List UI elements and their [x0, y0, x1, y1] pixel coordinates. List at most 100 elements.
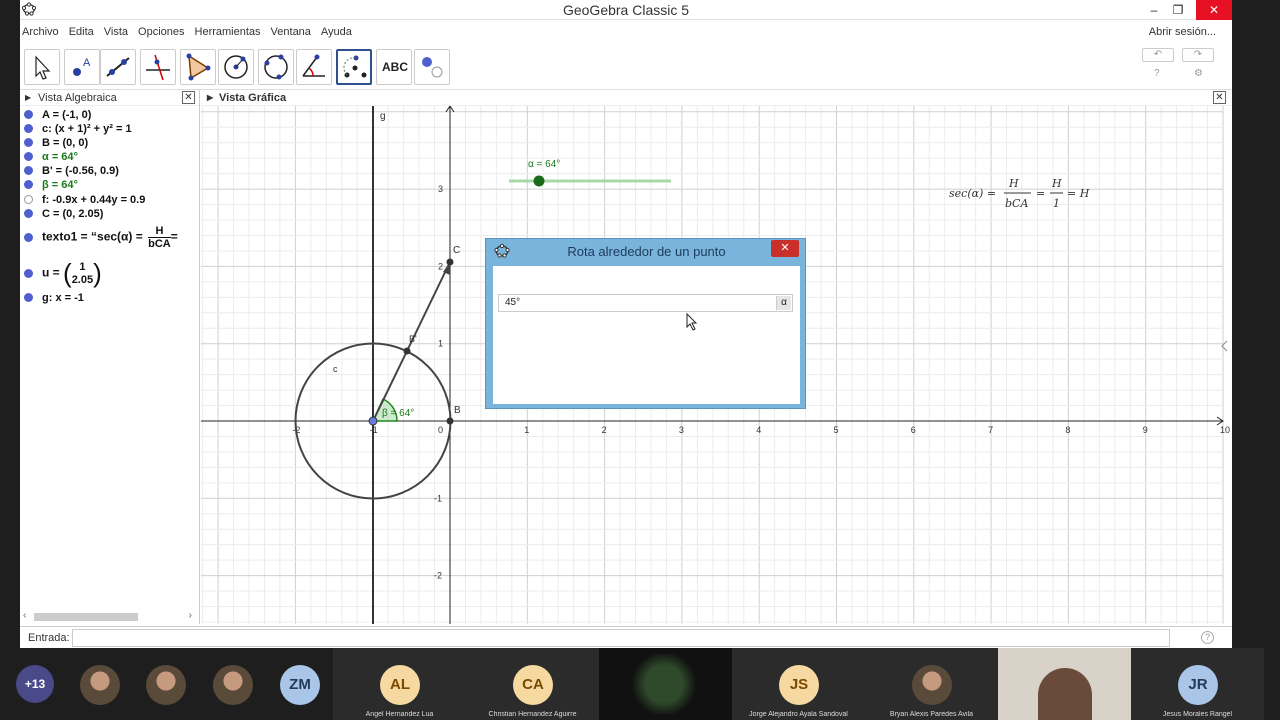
visibility-dot-icon[interactable]	[24, 293, 33, 302]
menu-vista[interactable]: Vista	[104, 22, 128, 42]
participant-video	[629, 654, 699, 714]
move-tool-button[interactable]	[24, 49, 60, 85]
visibility-dot-icon[interactable]	[24, 180, 33, 189]
participant-tile[interactable]: JS Jorge Alejandro Ayala Sandoval	[732, 648, 865, 720]
visibility-dot-icon[interactable]	[24, 166, 33, 175]
participant-name: Angel Hernandez Lua	[365, 711, 434, 718]
close-graphics-view-button[interactable]: ✕	[1213, 91, 1226, 104]
angle-input[interactable]: 45° α	[498, 294, 793, 312]
participant-avatar[interactable]	[146, 665, 186, 705]
algebra-item[interactable]: g: x = -1	[24, 292, 84, 304]
polygon-tool-button[interactable]	[180, 49, 216, 85]
participant-avatar[interactable]	[213, 665, 253, 705]
slider-tool-button[interactable]	[414, 49, 450, 85]
circle-three-points-tool-button[interactable]	[258, 49, 294, 85]
participant-avatar: JR	[1178, 665, 1218, 705]
participant-tile[interactable]: Bryan Alexis Paredes Avila	[865, 648, 998, 720]
close-window-button[interactable]: ✕	[1196, 0, 1232, 20]
x-tick-label: 8	[1065, 425, 1070, 435]
dialog-close-button[interactable]: ✕	[771, 240, 799, 257]
vector-u-prefix: u =	[42, 265, 60, 280]
input-help-icon[interactable]: ?	[1201, 631, 1214, 644]
scroll-right-icon[interactable]: ›	[189, 610, 192, 621]
visibility-dot-icon[interactable]	[24, 268, 33, 278]
participant-avatar: CA	[513, 665, 553, 705]
line-tool-button[interactable]	[100, 49, 136, 85]
participant-avatar[interactable]	[80, 665, 120, 705]
point-c[interactable]	[446, 258, 454, 266]
formula-part: H	[1008, 177, 1019, 190]
participant-avatar: AL	[380, 665, 420, 705]
visibility-dot-icon[interactable]	[24, 138, 33, 147]
visibility-dot-icon[interactable]	[24, 152, 33, 161]
login-link[interactable]: Abrir sesión...	[1149, 22, 1216, 42]
algebra-item-text: f: -0.9x + 0.44y = 0.9	[42, 194, 146, 206]
visibility-dot-icon[interactable]	[24, 209, 33, 218]
algebra-item-text: α = 64°	[42, 151, 78, 163]
menu-archivo[interactable]: Archivo	[22, 22, 59, 42]
menu-opciones[interactable]: Opciones	[138, 22, 184, 42]
visibility-dot-icon[interactable]	[24, 232, 33, 242]
more-participants-badge[interactable]: +13	[16, 665, 54, 703]
point-tool-button[interactable]: A	[64, 49, 100, 85]
texto1-fraction: HbCA	[148, 225, 171, 250]
y-tick-labels: 3 2 1 -1 -2	[434, 184, 443, 580]
algebra-item[interactable]: β = 64°	[24, 179, 78, 191]
participant-video-tile[interactable]	[998, 648, 1131, 720]
participant-avatar[interactable]: ZM	[280, 665, 320, 705]
visibility-dot-icon[interactable]	[24, 110, 33, 119]
algebra-item[interactable]: f: -0.9x + 0.44y = 0.9	[24, 194, 145, 206]
circle-center-tool-button[interactable]	[218, 49, 254, 85]
right-paren: )	[93, 258, 102, 288]
algebra-item[interactable]: C = (0, 2.05)	[24, 208, 103, 220]
undo-button[interactable]: ↶	[1142, 48, 1174, 62]
alpha-symbol-button[interactable]: α	[776, 296, 791, 310]
algebra-item-texto1[interactable]: texto1 = “sec(α) = HbCA =	[24, 225, 178, 250]
participant-tile[interactable]: JR Jesus Morales Rangel	[1131, 648, 1264, 720]
participant-tile[interactable]: AL Angel Hernandez Lua	[333, 648, 466, 720]
redo-button[interactable]: ↷	[1182, 48, 1214, 62]
algebra-item[interactable]: B = (0, 0)	[24, 137, 88, 149]
angle-input-value: 45°	[505, 297, 521, 308]
collapse-triangle-icon[interactable]: ▶	[207, 90, 213, 106]
algebra-item[interactable]: B' = (-0.56, 0.9)	[24, 165, 119, 177]
y-tick-label: 2	[438, 261, 443, 271]
algebra-horizontal-scrollbar[interactable]: ‹ ›	[20, 610, 200, 624]
menu-herramientas[interactable]: Herramientas	[195, 22, 261, 42]
hidden-dot-icon[interactable]	[24, 195, 33, 204]
rotate-around-point-tool-button[interactable]	[336, 49, 372, 85]
rotate-around-point-icon	[343, 55, 367, 78]
participant-video-tile[interactable]	[599, 648, 732, 720]
settings-gear-icon[interactable]: ⚙	[1194, 68, 1203, 79]
point-b-prime[interactable]	[403, 347, 411, 355]
help-icon[interactable]: ?	[1154, 68, 1160, 79]
collapse-triangle-icon[interactable]: ▶	[25, 90, 31, 106]
menu-edita[interactable]: Edita	[69, 22, 94, 42]
scroll-left-icon[interactable]: ‹	[23, 610, 26, 621]
algebra-view-title: Vista Algebraica	[38, 92, 117, 104]
scroll-thumb[interactable]	[34, 613, 138, 621]
menu-ayuda[interactable]: Ayuda	[321, 22, 352, 42]
text-tool-button[interactable]: ABC	[376, 49, 412, 85]
angle-tool-button[interactable]	[296, 49, 332, 85]
participant-avatar	[912, 665, 952, 705]
point-a[interactable]	[368, 416, 378, 426]
visibility-dot-icon[interactable]	[24, 124, 33, 133]
graphics-view-header: ▶ Vista Gráfica ✕	[201, 90, 1232, 106]
participant-avatar: JS	[779, 665, 819, 705]
algebra-item[interactable]: c: (x + 1)² + y² = 1	[24, 123, 132, 135]
close-algebra-view-button[interactable]: ✕	[182, 91, 195, 104]
slider-handle[interactable]	[533, 175, 545, 187]
algebra-item[interactable]: A = (-1, 0)	[24, 109, 91, 121]
participant-tile[interactable]: CA Christian Hernandez Aguirre	[466, 648, 599, 720]
input-field[interactable]	[72, 629, 1170, 647]
maximize-button[interactable]: ❐	[1164, 0, 1192, 20]
algebra-item-vector-u[interactable]: u = (1 2.05)	[24, 258, 102, 289]
perpendicular-tool-button[interactable]	[140, 49, 176, 85]
algebra-view-header: ▶ Vista Algebraica ✕	[20, 90, 199, 106]
algebra-item[interactable]: α = 64°	[24, 151, 78, 163]
x-tick-label: 4	[756, 425, 761, 435]
point-b[interactable]	[446, 417, 454, 425]
menu-ventana[interactable]: Ventana	[271, 22, 311, 42]
vector-u-y: 2.05	[71, 273, 94, 286]
